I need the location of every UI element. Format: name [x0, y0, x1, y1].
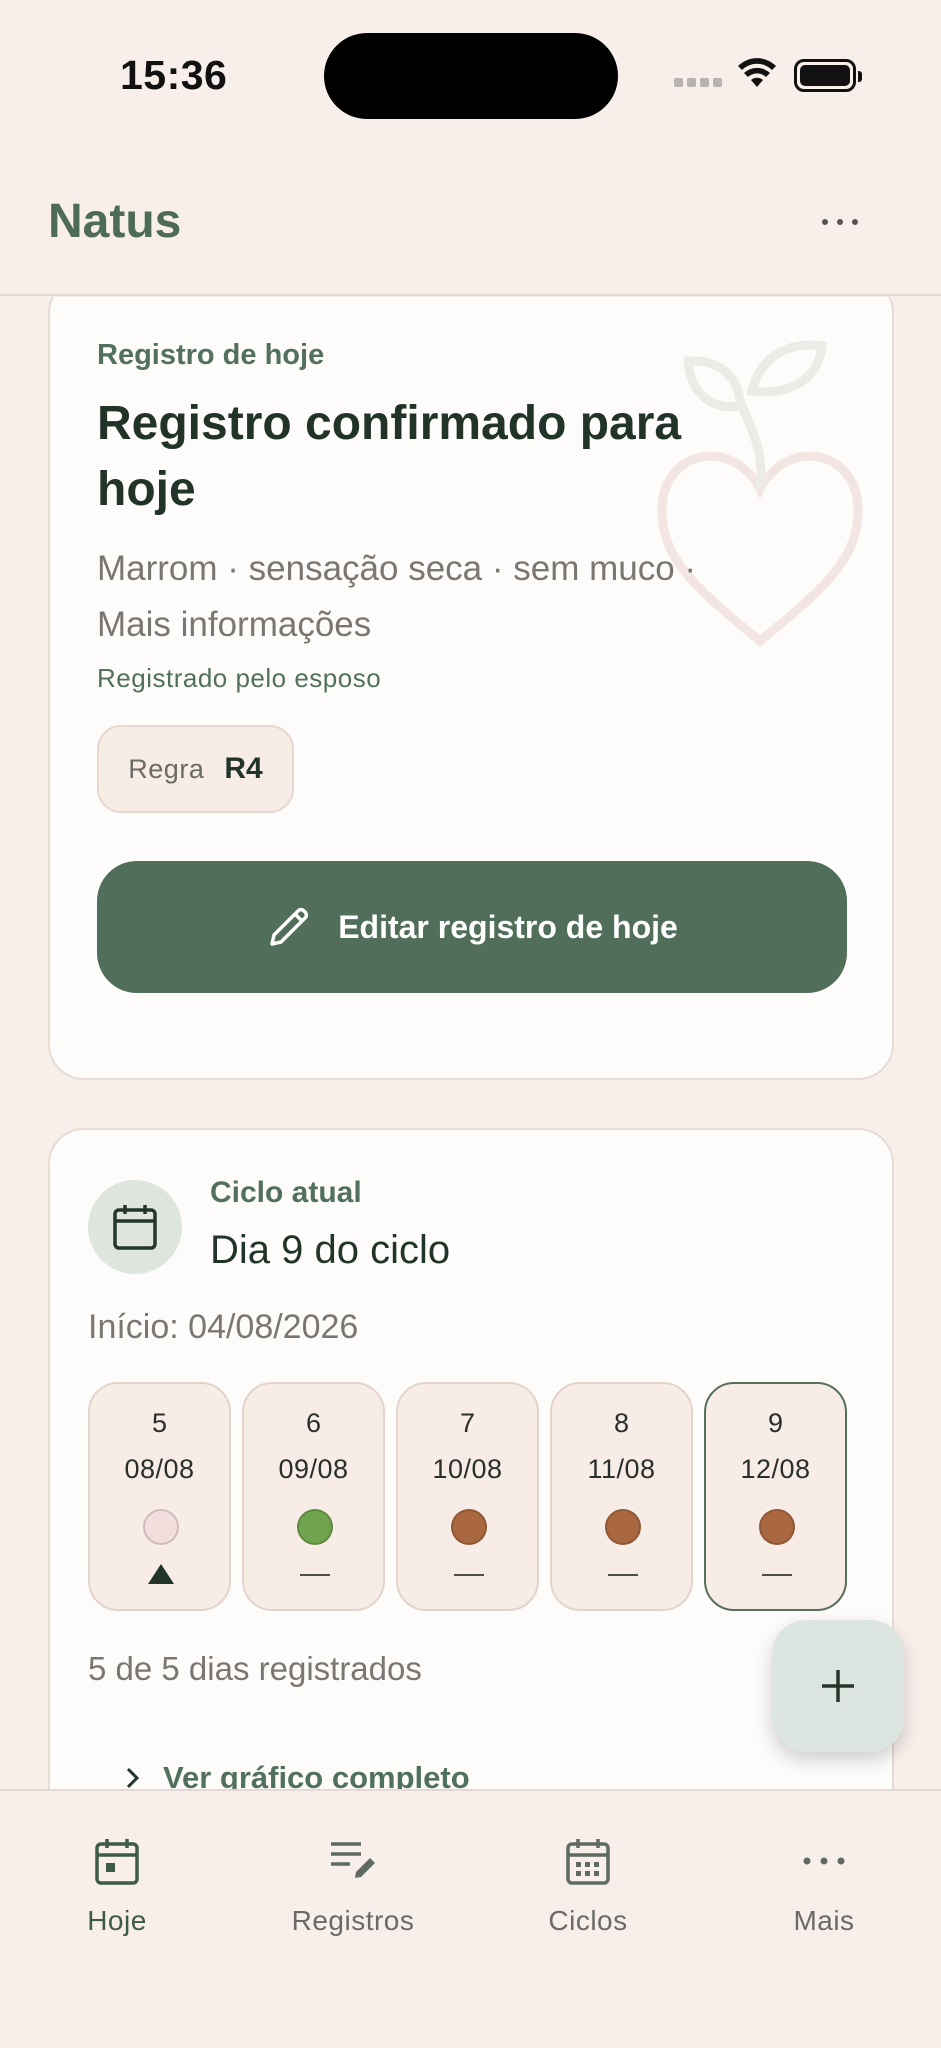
cellular-signal-icon	[674, 78, 722, 87]
today-summary: Marrom · sensação seca · sem muco · Mais…	[97, 549, 697, 644]
rule-label: Regra	[128, 753, 205, 784]
calendar-today-icon	[95, 1839, 139, 1885]
day-number: 8	[613, 1408, 630, 1438]
cycle-start-date: Início: 04/08/2026	[88, 1308, 359, 1346]
today-kicker: Registro de hoje	[97, 339, 325, 371]
day-date: 10/08	[432, 1454, 503, 1484]
calendar-grid-icon	[566, 1839, 610, 1885]
see-full-chart-link[interactable]: Ver gráfico completo	[125, 1760, 470, 1789]
nav-label: Registros	[291, 1905, 415, 1936]
day-number: 5	[151, 1408, 168, 1438]
day-date: 09/08	[278, 1454, 349, 1484]
edit-today-label: Editar registro de hoje	[338, 908, 678, 945]
status-time: 15:36	[120, 52, 228, 98]
cycle-day: Dia 9 do ciclo	[210, 1228, 451, 1272]
day-date: 12/08	[740, 1454, 811, 1484]
see-full-chart-label: Ver gráfico completo	[163, 1760, 470, 1789]
calendar-badge	[88, 1180, 182, 1274]
dynamic-island	[324, 33, 618, 119]
registered-by: Registrado pelo esposo	[97, 663, 382, 693]
cycle-days-strip: 5 08/08 6 09/08 7 10/08 8 11/08 9 12/08	[88, 1382, 847, 1611]
dash-marker-icon	[454, 1574, 484, 1576]
current-cycle-card: Ciclo atual Dia 9 do ciclo Início: 04/08…	[48, 1128, 894, 1789]
more-dot-icon	[837, 219, 843, 225]
today-title: Registro confirmado para hoje	[97, 397, 682, 516]
rule-value: R4	[224, 752, 263, 785]
cycle-day-cell[interactable]: 8 11/08	[550, 1382, 693, 1611]
nav-item-ciclos[interactable]: Ciclos	[498, 1831, 678, 1937]
nav-item-mais[interactable]: Mais	[734, 1831, 914, 1937]
wifi-icon	[738, 58, 776, 87]
status-bar: 15:36	[0, 0, 941, 150]
cycle-day-cell[interactable]: 7 10/08	[396, 1382, 539, 1611]
peak-triangle-icon	[148, 1564, 174, 1584]
app-title: Natus	[48, 195, 182, 248]
observation-color-dot	[143, 1509, 179, 1545]
day-date: 08/08	[124, 1454, 195, 1484]
edit-list-icon	[331, 1842, 375, 1878]
dash-marker-icon	[300, 1574, 330, 1576]
nav-label: Hoje	[87, 1905, 147, 1936]
battery-icon	[794, 59, 862, 92]
dash-marker-icon	[762, 1574, 792, 1576]
edit-today-button[interactable]: Editar registro de hoje	[97, 861, 847, 993]
nav-item-registros[interactable]: Registros	[263, 1831, 443, 1937]
more-dot-icon	[852, 219, 858, 225]
chevron-right-icon	[126, 1767, 140, 1789]
nav-label: Ciclos	[548, 1905, 628, 1936]
rule-chip: Regra R4	[97, 725, 294, 813]
cycle-kicker: Ciclo atual	[210, 1176, 362, 1209]
dash-marker-icon	[608, 1574, 638, 1576]
observation-color-dot	[451, 1509, 487, 1545]
more-dot-icon	[822, 219, 828, 225]
bottom-nav: Hoje Registros Ciclos Mais	[0, 1789, 941, 2048]
main-scroll[interactable]: Registro de hoje Registro confirmado par…	[0, 297, 941, 1789]
more-options-button[interactable]	[800, 202, 880, 242]
today-record-card: Registro de hoje Registro confirmado par…	[48, 297, 894, 1080]
day-number: 6	[305, 1408, 322, 1438]
calendar-icon	[113, 1205, 157, 1250]
day-number: 7	[459, 1408, 476, 1438]
nav-label: Mais	[793, 1905, 855, 1936]
cycle-day-cell[interactable]: 6 09/08	[242, 1382, 385, 1611]
cycle-day-cell[interactable]: 5 08/08	[88, 1382, 231, 1611]
day-date: 11/08	[587, 1454, 656, 1484]
cycle-day-cell-current[interactable]: 9 12/08	[704, 1382, 847, 1611]
day-number: 9	[767, 1408, 784, 1438]
observation-color-dot	[605, 1509, 641, 1545]
add-record-fab[interactable]	[772, 1620, 904, 1752]
observation-color-dot	[759, 1509, 795, 1545]
app-header: Natus	[0, 150, 941, 296]
more-icon	[803, 1857, 845, 1865]
plus-icon	[822, 1670, 854, 1702]
pencil-icon	[270, 907, 309, 946]
nav-item-hoje[interactable]: Hoje	[27, 1831, 207, 1937]
days-registered-count: 5 de 5 dias registrados	[88, 1650, 422, 1687]
observation-color-dot	[297, 1509, 333, 1545]
